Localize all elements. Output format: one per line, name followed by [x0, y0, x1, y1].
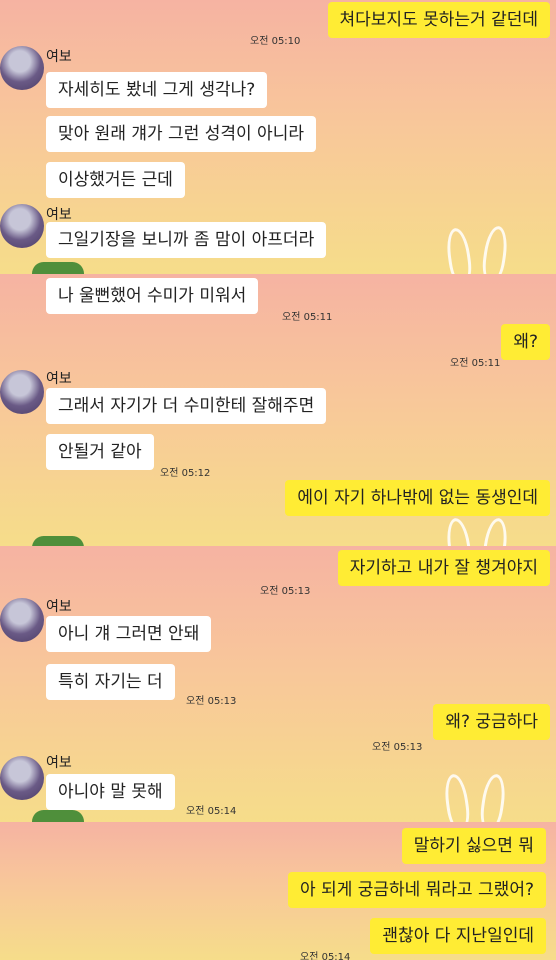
message-bubble-mine[interactable]: 말하기 싫으면 뭐: [401, 828, 546, 864]
message-timestamp: 오전 05:14: [186, 806, 237, 817]
bunny-ear-decoration: [480, 224, 510, 274]
message-bubble-other[interactable]: 맞아 원래 걔가 그런 성격이 아니라: [46, 116, 316, 152]
contact-avatar[interactable]: [0, 204, 44, 248]
bush-decoration: [32, 262, 84, 274]
contact-avatar[interactable]: [0, 756, 44, 800]
message-bubble-mine[interactable]: 자기하고 내가 잘 챙겨야지: [337, 550, 550, 586]
bunny-ear-decoration: [480, 516, 510, 546]
message-timestamp: 오전 05:12: [160, 468, 211, 479]
message-bubble-other[interactable]: 아니야 말 못해: [46, 774, 175, 810]
bunny-ear-decoration: [442, 772, 472, 822]
bunny-ear-decoration: [444, 516, 474, 546]
message-bubble-other[interactable]: 특히 자기는 더: [46, 664, 175, 700]
message-timestamp: 오전 05:14: [300, 952, 351, 960]
message-bubble-mine[interactable]: 왜? 궁금하다: [433, 704, 550, 740]
bush-decoration: [32, 536, 84, 546]
message-bubble-other[interactable]: 나 울뻔했어 수미가 미워서: [46, 278, 259, 314]
contact-avatar[interactable]: [0, 46, 44, 90]
contact-avatar[interactable]: [0, 598, 44, 642]
sender-name: 여보: [46, 599, 72, 615]
message-bubble-mine[interactable]: 쳐다보지도 못하는거 같던데: [327, 2, 550, 38]
sender-name: 여보: [46, 207, 72, 223]
chat-panel-3: 자기하고 내가 잘 챙겨야지 오전 05:13 여보 아니 걔 그러면 안돼 특…: [0, 546, 556, 822]
bunny-ear-decoration: [444, 226, 474, 274]
sender-name: 여보: [46, 755, 72, 771]
sender-name: 여보: [46, 49, 72, 65]
message-bubble-mine[interactable]: 아 되게 궁금하네 뭐라고 그랬어?: [288, 872, 546, 908]
message-timestamp: 오전 05:11: [450, 358, 501, 369]
sender-name: 여보: [46, 371, 72, 387]
message-bubble-mine[interactable]: 에이 자기 하나밖에 없는 동생인데: [285, 480, 550, 516]
message-timestamp: 오전 05:13: [372, 742, 423, 753]
message-bubble-other[interactable]: 그래서 자기가 더 수미한테 잘해주면: [46, 388, 327, 424]
chat-panel-1: 쳐다보지도 못하는거 같던데 오전 05:10 여보 자세히도 봤네 그게 생각…: [0, 0, 556, 274]
message-bubble-other[interactable]: 그일기장을 보니까 좀 맘이 아프더라: [46, 222, 327, 258]
chat-panel-2: 나 울뻔했어 수미가 미워서 오전 05:11 왜? 오전 05:11 여보 그…: [0, 274, 556, 546]
message-bubble-mine[interactable]: 왜?: [501, 324, 550, 360]
bunny-ear-decoration: [478, 772, 508, 822]
chat-panel-4: 말하기 싫으면 뭐 아 되게 궁금하네 뭐라고 그랬어? 괜찮아 다 지난일인데…: [0, 822, 556, 960]
message-bubble-other[interactable]: 안될거 같아: [46, 434, 154, 470]
contact-avatar[interactable]: [0, 370, 44, 414]
message-timestamp: 오전 05:10: [250, 36, 301, 47]
message-bubble-mine[interactable]: 괜찮아 다 지난일인데: [370, 918, 546, 954]
message-bubble-other[interactable]: 이상했거든 근데: [46, 162, 185, 198]
message-bubble-other[interactable]: 자세히도 봤네 그게 생각나?: [46, 72, 268, 108]
message-bubble-other[interactable]: 아니 걔 그러면 안돼: [46, 616, 212, 652]
message-timestamp: 오전 05:13: [260, 586, 311, 597]
bush-decoration: [32, 810, 84, 822]
message-timestamp: 오전 05:13: [186, 696, 237, 707]
message-timestamp: 오전 05:11: [282, 312, 333, 323]
